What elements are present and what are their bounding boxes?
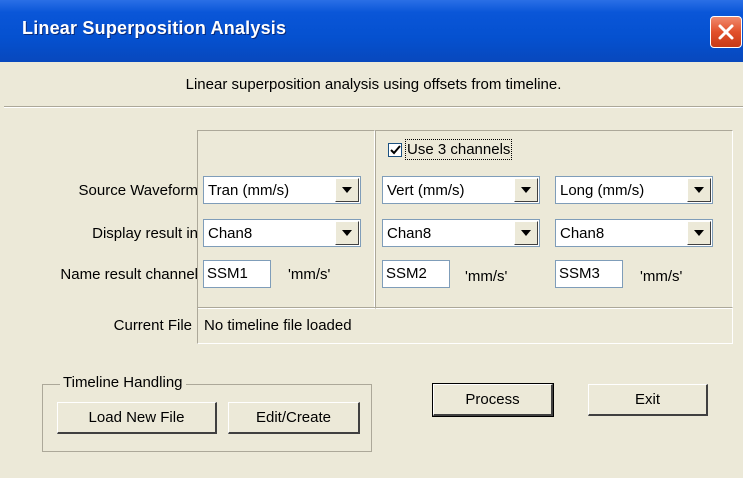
chevron-down-icon	[342, 187, 352, 193]
chevron-down-icon	[694, 230, 704, 236]
source-waveform-select-2[interactable]: Vert (mm/s)	[382, 176, 540, 204]
close-button[interactable]	[710, 16, 742, 48]
unit-label-1: 'mm/s'	[288, 266, 331, 283]
unit-label-2: 'mm/s'	[465, 268, 508, 285]
dialog-body: Linear superposition analysis using offs…	[4, 62, 743, 478]
chevron-down-icon	[342, 230, 352, 236]
checkmark-icon	[390, 145, 401, 155]
unit-label-3: 'mm/s'	[640, 268, 683, 285]
dialog-window: Linear Superposition Analysis Linear sup…	[0, 0, 743, 478]
current-file-label: Current File	[113, 317, 192, 334]
timeline-handling-legend: Timeline Handling	[60, 374, 186, 391]
dropdown-button[interactable]	[335, 178, 359, 202]
dropdown-button[interactable]	[514, 178, 538, 202]
current-file-value: No timeline file loaded	[204, 317, 352, 334]
source-waveform-select-3[interactable]: Long (mm/s)	[555, 176, 713, 204]
title-bar[interactable]: Linear Superposition Analysis	[0, 0, 743, 62]
process-button[interactable]: Process	[432, 383, 554, 417]
chevron-down-icon	[694, 187, 704, 193]
load-new-file-button[interactable]: Load New File	[57, 402, 217, 434]
display-result-value-2: Chan8	[387, 225, 432, 242]
dropdown-button[interactable]	[514, 221, 538, 245]
dialog-subtitle: Linear superposition analysis using offs…	[185, 76, 562, 93]
current-file-display: No timeline file loaded	[197, 307, 733, 344]
display-result-value-3: Chan8	[560, 225, 605, 242]
use-3-channels-checkbox[interactable]	[388, 143, 402, 157]
source-waveform-value-3: Long (mm/s)	[560, 182, 645, 199]
display-result-select-1[interactable]: Chan8	[203, 219, 361, 247]
source-waveform-label: Source Waveform	[78, 182, 198, 199]
result-channel-name-value-3: SSM3	[559, 265, 600, 282]
result-channel-name-input-1[interactable]: SSM1	[203, 260, 271, 288]
result-channel-name-input-3[interactable]: SSM3	[555, 260, 623, 288]
display-result-select-3[interactable]: Chan8	[555, 219, 713, 247]
edit-create-button[interactable]: Edit/Create	[228, 402, 360, 434]
display-result-select-2[interactable]: Chan8	[382, 219, 540, 247]
source-waveform-select-1[interactable]: Tran (mm/s)	[203, 176, 361, 204]
result-channel-name-value-2: SSM2	[386, 265, 427, 282]
dropdown-button[interactable]	[687, 221, 711, 245]
source-waveform-value-2: Vert (mm/s)	[387, 182, 465, 199]
divider	[4, 106, 743, 108]
chevron-down-icon	[521, 230, 531, 236]
display-result-value-1: Chan8	[208, 225, 253, 242]
display-result-in-label: Display result in	[92, 225, 198, 242]
dropdown-button[interactable]	[687, 178, 711, 202]
dropdown-button[interactable]	[335, 221, 359, 245]
result-channel-name-value-1: SSM1	[207, 265, 248, 282]
source-waveform-value-1: Tran (mm/s)	[208, 182, 290, 199]
use-3-channels-label[interactable]: Use 3 channels	[404, 139, 513, 160]
name-result-channel-label: Name result channel	[60, 266, 198, 283]
result-channel-name-input-2[interactable]: SSM2	[382, 260, 450, 288]
exit-button[interactable]: Exit	[588, 384, 708, 416]
close-icon	[718, 24, 734, 40]
chevron-down-icon	[521, 187, 531, 193]
window-title: Linear Superposition Analysis	[22, 18, 287, 38]
